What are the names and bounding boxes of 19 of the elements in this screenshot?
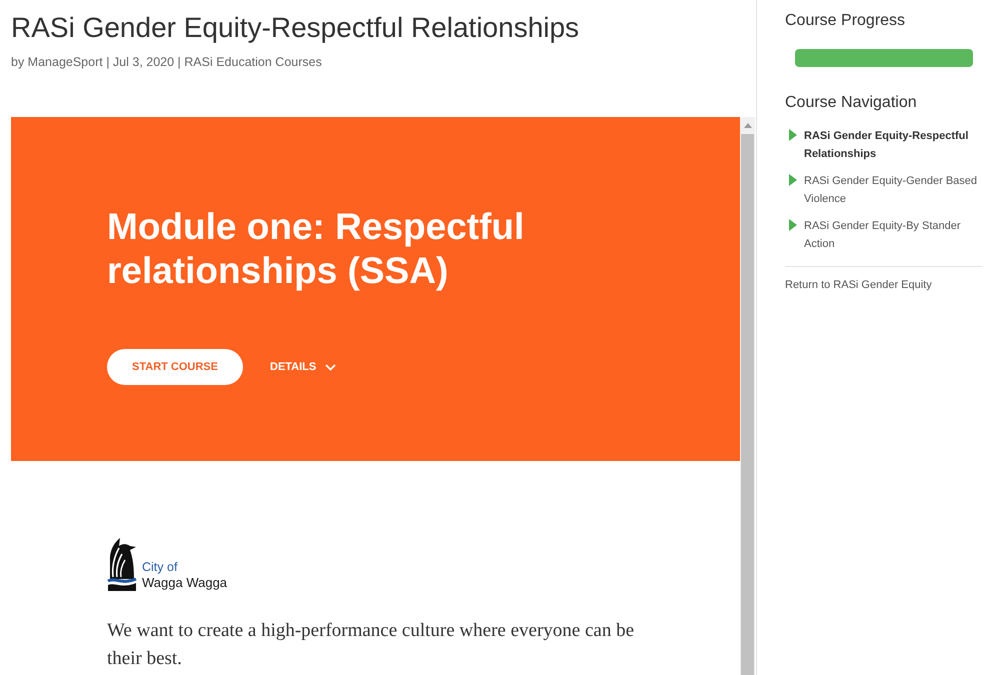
progress-title: Course Progress [785,11,906,31]
course-nav-link[interactable]: RASi Gender Equity-By Stander Action [804,217,982,253]
intro-paragraph: We want to create a high-performance culture where everyone can be their best. [107,619,636,671]
course-nav-link[interactable]: RASi Gender Equity-Gender Based Violence [804,172,982,208]
logo-text-city-name: Wagga Wagga [142,575,228,590]
triangle-icon [789,219,797,231]
chevron-down-icon [325,364,336,370]
navigation-title: Course Navigation [785,93,918,113]
post-meta: by ManageSport | Jul 3, 2020 | RASi Education Courses [11,54,323,71]
post-title: RASi Gender Equity-Respectful Relationships [11,12,580,44]
logo-text-city-of: City of [142,560,178,575]
triangle-icon [789,129,797,141]
bird-logo-icon [107,537,137,591]
scroll-up-arrow-icon[interactable] [744,123,752,128]
course-nav-link[interactable]: RASi Gender Equity-Respectful Relationships [804,127,982,163]
module-heading: Module one: Respectful relationships (SSA) [107,205,526,293]
triangle-icon [789,174,797,186]
return-link[interactable]: Return to RASi Gender Equity [785,276,982,294]
scrollbar-thumb[interactable] [741,134,754,675]
